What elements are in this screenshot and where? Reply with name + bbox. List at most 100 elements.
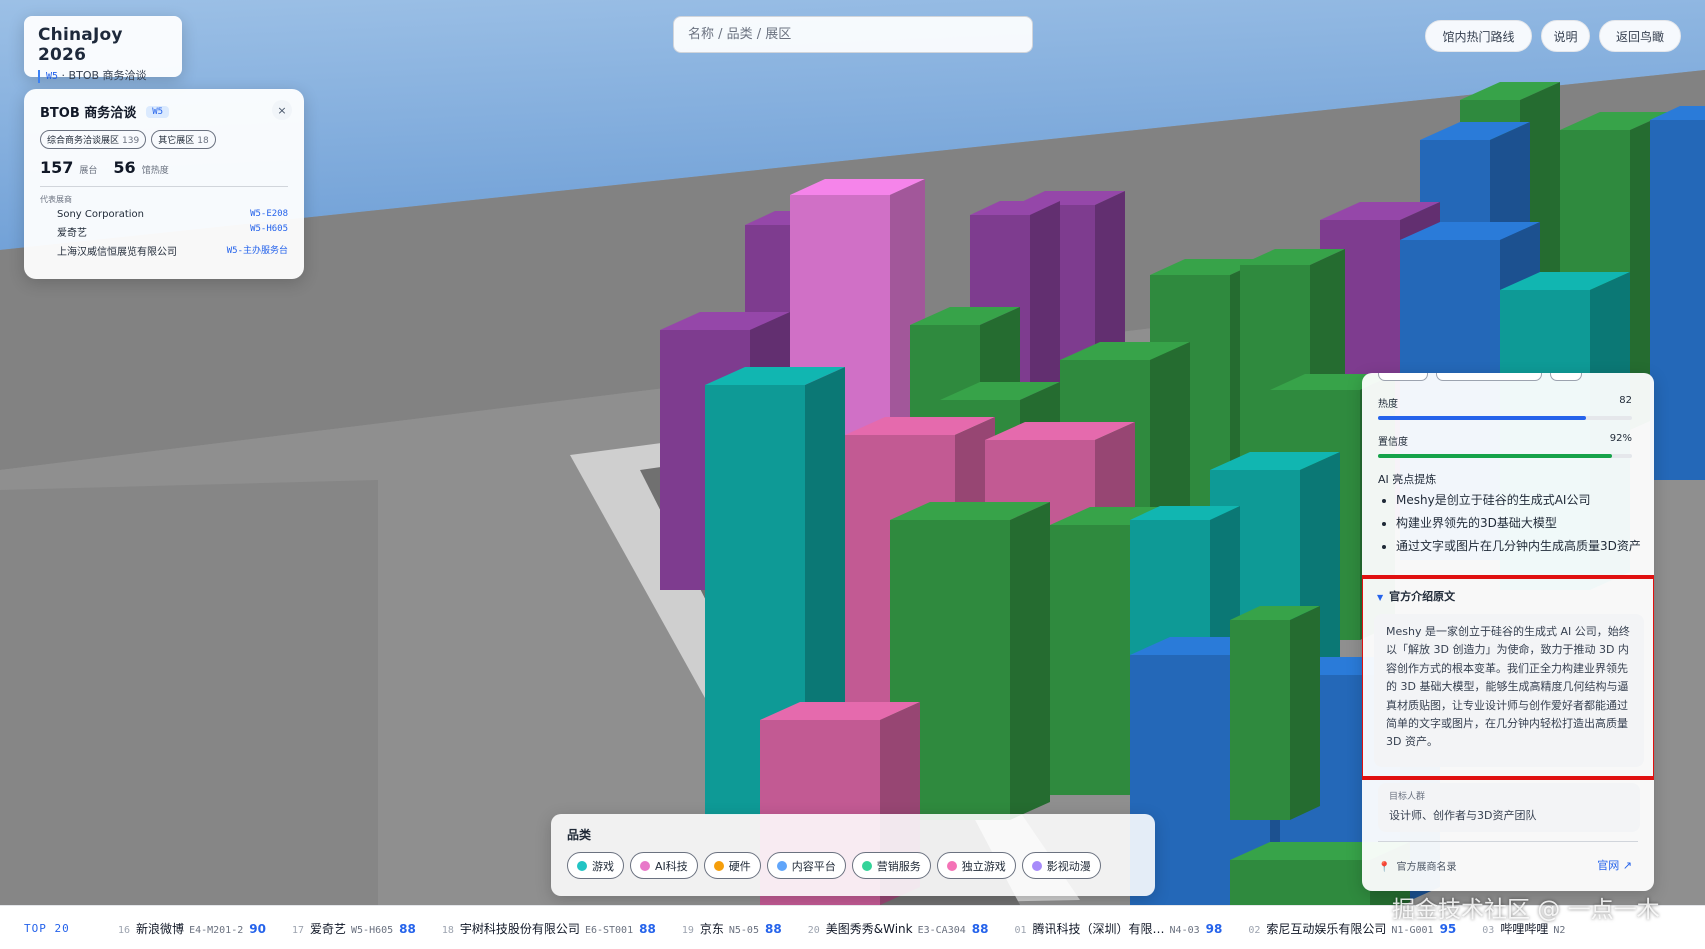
chevron-down-icon: ▼: [1377, 593, 1384, 602]
official-intro-toggle[interactable]: ▼ 官方介绍原文: [1377, 588, 1455, 604]
category-pill-label: 硬件: [728, 859, 751, 873]
ticker-item[interactable]: 19 京东 N5-05 88: [682, 920, 782, 937]
category-pill[interactable]: 内容平台: [766, 852, 846, 879]
category-pill[interactable]: 游戏: [567, 852, 624, 879]
directory-source: 📍 官方展商名录: [1378, 858, 1456, 873]
ticker-item[interactable]: 18 宇树科技股份有限公司 E6-ST001 88: [442, 920, 656, 937]
ticker-title: TOP 20: [24, 922, 70, 935]
zone-chip[interactable]: 综合商务洽谈展区 139: [40, 130, 147, 149]
close-icon[interactable]: ×: [272, 100, 292, 120]
booth-building[interactable]: [1230, 606, 1320, 820]
zone-panel: BTOB 商务洽谈 W5 × 综合商务洽谈展区 139 其它展区 18 157 展台…: [24, 89, 304, 279]
ticker-score: 88: [764, 922, 782, 936]
tab-stub[interactable]: [1378, 373, 1428, 381]
category-pill[interactable]: 硬件: [703, 852, 761, 879]
rep-name: 上海汉威信恒展览有限公司: [57, 247, 177, 258]
ticker-code: E6-ST001: [584, 925, 634, 936]
location-pin-icon: 📍: [1378, 861, 1391, 873]
tab-stub[interactable]: [1550, 373, 1582, 381]
category-color-dot-icon: [577, 860, 587, 871]
ticker-rank: 20: [807, 925, 820, 936]
ticker-name: 美图秀秀&Wink: [825, 922, 913, 936]
official-intro-label: 官方介绍原文: [1389, 590, 1456, 603]
ticker-score: 90: [249, 922, 266, 936]
ticker-name: 宇树科技股份有限公司: [459, 922, 580, 936]
ticker-code: W5-H605: [351, 925, 394, 936]
ticker-name: 京东: [699, 922, 724, 936]
ticker-code: E4-M201-2: [189, 925, 244, 936]
ticker-rank: 18: [441, 925, 454, 936]
rep-exhibitor[interactable]: Sony Corporation W5-E208: [40, 209, 288, 220]
ticker-rank: 01: [1014, 925, 1027, 936]
hall-separator: ·: [61, 69, 66, 82]
chip-label: 其它展区: [158, 136, 195, 146]
ai-highlights-list: Meshy是创立于硅谷的生成式AI公司 构建业界领先的3D基础大模型 通过文字或…: [1396, 493, 1644, 562]
highlight-item: Meshy是创立于硅谷的生成式AI公司: [1396, 493, 1644, 508]
help-button[interactable]: 说明: [1541, 20, 1590, 52]
ticker-rank: 16: [118, 925, 131, 936]
category-pill-label: 游戏: [592, 859, 614, 873]
directory-label: 官方展商名录: [1396, 861, 1457, 873]
ticker-rank: 17: [291, 925, 304, 936]
category-color-dot-icon: [713, 860, 724, 871]
hot-routes-button[interactable]: 馆内热门路线: [1425, 20, 1532, 52]
ticker-item[interactable]: 17 爱奇艺 W5-H605 88: [292, 920, 416, 937]
ticker-item[interactable]: 01 腾讯科技（深圳）有限… N4-03 98: [1014, 920, 1222, 937]
ticker-rank: 19: [681, 925, 694, 936]
category-color-dot-icon: [776, 860, 787, 871]
official-intro-text: Meshy 是一家创立于硅谷的生成式 AI 公司，始终以「解放 3D 创造力」为…: [1374, 614, 1644, 767]
category-pill[interactable]: 独立游戏: [936, 852, 1016, 879]
ticker-score: 88: [639, 922, 656, 936]
rep-exhibitor[interactable]: 爱奇艺 W5-H605: [40, 224, 288, 239]
rep-exhibitor[interactable]: 上海汉威信恒展览有限公司 W5-主办服务台: [40, 243, 288, 258]
zone-tag: W5: [146, 105, 170, 118]
reps-label: 代表展商: [40, 195, 72, 204]
confidence-bar: [1378, 454, 1632, 458]
zone-title: BTOB 商务洽谈: [40, 106, 137, 121]
ticker-code: N4-03: [1169, 925, 1200, 936]
heat-label: 热度: [1378, 399, 1398, 410]
search-input[interactable]: [673, 16, 1033, 53]
ticker-score: 88: [399, 922, 416, 936]
ticker-code: E3-CA304: [917, 925, 966, 936]
official-site-link[interactable]: 官网 ↗: [1597, 857, 1632, 873]
ticker-score: 98: [1205, 922, 1223, 936]
category-pill[interactable]: 影视动漫: [1021, 852, 1101, 879]
detail-footer: 📍 官方展商名录 官网 ↗: [1378, 857, 1632, 873]
confidence-bar-fill: [1378, 454, 1612, 458]
heat-value: 82: [1619, 395, 1632, 406]
category-pill[interactable]: 营销服务: [851, 852, 931, 879]
category-color-dot-icon: [861, 860, 872, 871]
zone-chip[interactable]: 其它展区 18: [151, 130, 216, 149]
ai-highlights-label: AI 亮点提炼: [1378, 473, 1437, 486]
category-pill[interactable]: AI科技: [630, 852, 698, 879]
ticker-item[interactable]: 16 新浪微博 E4-M201-2 90: [118, 920, 266, 937]
ticker-name: 索尼互动娱乐有限公司: [1266, 922, 1387, 936]
category-pill-label: 内容平台: [791, 859, 836, 873]
category-color-dot-icon: [640, 860, 650, 871]
highlight-item: 构建业界领先的3D基础大模型: [1396, 516, 1644, 531]
ticker-code: N2: [1553, 925, 1566, 936]
category-pill-label: 独立游戏: [961, 859, 1006, 873]
divider: [1378, 841, 1638, 842]
heat-metric: 热度 82: [1378, 395, 1632, 420]
category-pill-label: AI科技: [655, 859, 688, 873]
ticker-item[interactable]: 20 美图秀秀&Wink E3-CA304 88: [808, 920, 989, 937]
watermark: 掘金技术社区 @ 一点一木: [1392, 897, 1660, 923]
ticker-rank: 02: [1248, 925, 1261, 936]
heat-bar-fill: [1378, 416, 1587, 420]
category-filter-bar: 品类 游戏 AI科技 硬件 内容平台 营销服务 独立游戏 影视动漫: [551, 814, 1155, 896]
ticker-items: 16 新浪微博 E4-M201-2 90 17 爱奇艺 W5-H605 88 18 宇树科技股份有…: [118, 920, 1597, 937]
rep-name: Sony Corporation: [57, 209, 144, 220]
booth-building[interactable]: [1650, 106, 1705, 480]
exhibitor-detail-panel[interactable]: 热度 82 置信度 92% AI 亮点提炼 Meshy是创立于硅谷的生成式AI公司 …: [1362, 373, 1654, 891]
ticker-name: 新浪微博: [136, 922, 185, 936]
app-title: ChinaJoy 2026: [38, 25, 123, 65]
category-color-dot-icon: [1031, 860, 1042, 871]
confidence-label: 置信度: [1378, 437, 1408, 448]
chip-label: 综合商务洽谈展区: [47, 136, 120, 146]
tab-stub[interactable]: [1436, 373, 1542, 381]
official-intro-section: ▼ 官方介绍原文 Meshy 是一家创立于硅谷的生成式 AI 公司，始终以「解放 …: [1362, 575, 1654, 780]
heat-bar: [1378, 416, 1632, 420]
back-to-overview-button[interactable]: 返回鸟瞰: [1599, 20, 1681, 52]
